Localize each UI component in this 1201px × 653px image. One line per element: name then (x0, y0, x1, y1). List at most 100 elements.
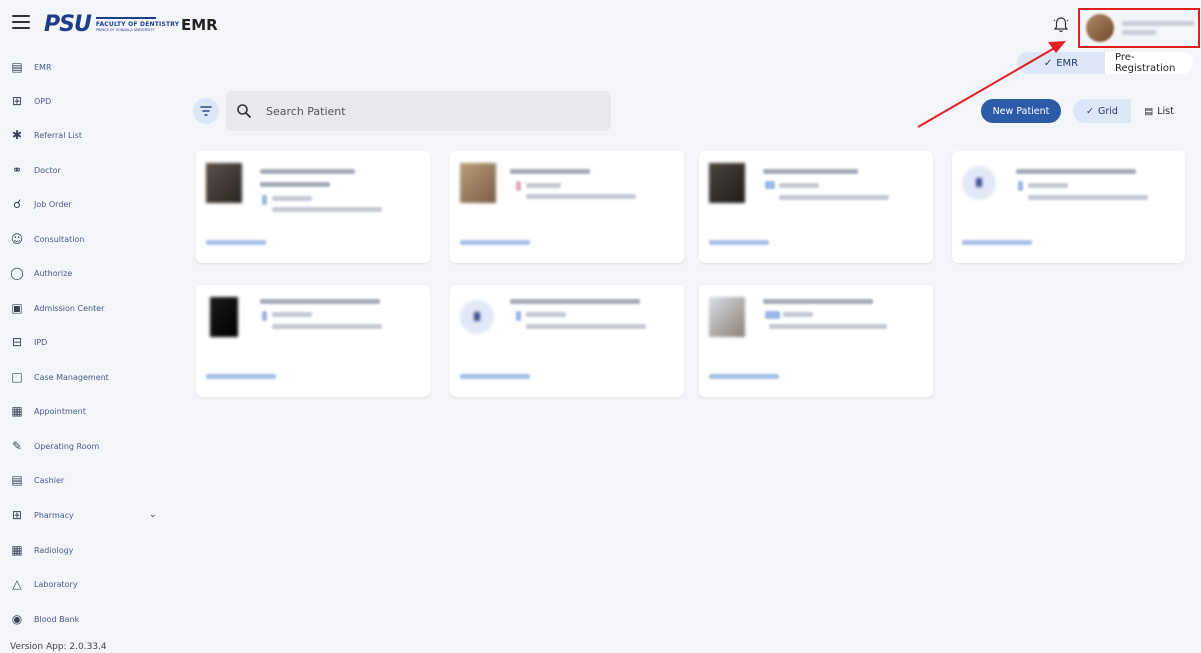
patient-card[interactable] (699, 285, 933, 397)
sidebar-item-label: OPD (34, 96, 52, 106)
sidebar-item-blood-bank[interactable]: ◉ Blood Bank (0, 607, 175, 631)
sidebar-item-label: Operating Room (34, 441, 100, 451)
user-profile-button[interactable] (1078, 8, 1200, 48)
mode-toggle: ✓ EMR Pre-Registration (1017, 52, 1193, 74)
menu-icon[interactable] (12, 15, 30, 29)
grid-view-button[interactable]: ✓ Grid (1073, 99, 1131, 123)
doctor-icon: ⚭ (11, 163, 23, 177)
shield-check-icon: ◯ (10, 266, 24, 280)
list-icon: ▤ (1144, 105, 1154, 117)
top-bar: PSU FACULTY OF DENTISTRY PRINCE OF SONGK… (0, 0, 1201, 52)
search-bar (226, 91, 611, 131)
check-icon: ✓ (1086, 105, 1095, 117)
sidebar-item-label: EMR (34, 62, 52, 72)
blood-icon: ◉ (11, 612, 23, 626)
sidebar-item-label: Consultation (34, 234, 85, 244)
sidebar-item-doctor[interactable]: ⚭ Doctor (0, 158, 175, 182)
consultation-icon: ☺ (10, 232, 24, 246)
job-order-icon: ☌ (12, 197, 22, 211)
grid-view-label: Grid (1098, 105, 1118, 117)
card-footer (709, 240, 769, 245)
sidebar-item-operating-room[interactable]: ✎ Operating Room (0, 434, 175, 458)
list-view-label: List (1157, 105, 1174, 117)
card-footer (206, 374, 276, 379)
card-footer (460, 240, 530, 245)
sidebar-item-pharmacy[interactable]: ⊞ Pharmacy ⌄ (0, 503, 175, 527)
ipd-icon: ⊟ (11, 335, 23, 349)
pharmacy-icon: ⊞ (11, 508, 23, 522)
list-view-button[interactable]: ▤ List (1131, 99, 1187, 123)
sidebar-item-label: Referral List (34, 130, 82, 140)
card-footer (709, 374, 779, 379)
sidebar-item-label: Doctor (34, 165, 61, 175)
sidebar-item-label: Radiology (34, 545, 74, 555)
sidebar-item-ipd[interactable]: ⊟ IPD (0, 330, 175, 354)
patient-photo (709, 163, 745, 203)
card-footer (460, 374, 530, 379)
new-patient-button[interactable]: New Patient (981, 99, 1061, 123)
sidebar-item-label: Job Order (34, 199, 72, 209)
case-icon: □ (11, 370, 23, 384)
mode-emr-button[interactable]: ✓ EMR (1017, 52, 1105, 74)
sidebar-item-label: Blood Bank (34, 614, 80, 624)
chevron-down-icon[interactable]: ⌄ (149, 510, 157, 520)
filter-icon (200, 106, 212, 116)
patient-photo (210, 297, 238, 337)
sidebar-item-label: Case Management (34, 372, 109, 382)
filter-button[interactable] (193, 98, 219, 124)
sidebar-item-job-order[interactable]: ☌ Job Order (0, 192, 175, 216)
sidebar-item-laboratory[interactable]: △ Laboratory (0, 572, 175, 596)
sidebar-item-appointment[interactable]: ▦ Appointment (0, 399, 175, 423)
logo-line2: PRINCE OF SONGKLA UNIVERSITY (95, 28, 155, 32)
opd-icon: ⊞ (11, 94, 23, 108)
emr-icon: ▤ (11, 60, 23, 74)
mode-emr-label: EMR (1056, 57, 1079, 69)
person-placeholder-icon (460, 300, 494, 334)
sidebar-item-referral-list[interactable]: ✱ Referral List (0, 123, 175, 147)
sidebar-item-cashier[interactable]: ▤ Cashier (0, 468, 175, 492)
flask-icon: △ (12, 577, 22, 591)
patient-photo (460, 163, 496, 203)
cashier-icon: ▤ (11, 473, 23, 487)
patient-photo (206, 163, 242, 203)
logo-mark: PSU (44, 12, 92, 37)
sidebar-item-label: Laboratory (34, 579, 78, 589)
sidebar-item-label: IPD (34, 337, 48, 347)
sidebar-item-label: Pharmacy (34, 510, 74, 520)
avatar (1086, 14, 1114, 42)
search-input[interactable] (266, 91, 596, 131)
patient-card[interactable] (450, 151, 684, 263)
scalpel-icon: ✎ (11, 439, 23, 453)
patient-card[interactable] (952, 151, 1185, 263)
sidebar-item-case-management[interactable]: □ Case Management (0, 365, 175, 389)
patient-card[interactable] (699, 151, 933, 263)
view-toggle: ✓ Grid ▤ List (1073, 99, 1187, 123)
card-footer (962, 240, 1032, 245)
faculty-logo: PSU FACULTY OF DENTISTRY PRINCE OF SONGK… (44, 12, 179, 37)
patient-card[interactable] (196, 151, 430, 263)
check-icon: ✓ (1043, 57, 1053, 69)
sidebar-item-authorize[interactable]: ◯ Authorize (0, 261, 175, 285)
sidebar-item-label: Authorize (34, 268, 73, 278)
patient-photo (709, 297, 745, 337)
version-text: Version App: 2.0.33.4 (10, 642, 107, 652)
mode-pre-registration-button[interactable]: Pre-Registration (1105, 52, 1193, 74)
sidebar-item-label: Cashier (34, 475, 65, 485)
sidebar-item-emr[interactable]: ▤ EMR (0, 55, 175, 79)
patient-card[interactable] (450, 285, 684, 397)
sidebar-item-opd[interactable]: ⊞ OPD (0, 89, 175, 113)
sidebar-item-admission-center[interactable]: ▣ Admission Center (0, 296, 175, 320)
person-placeholder-icon (962, 166, 996, 200)
logo-line1: FACULTY OF DENTISTRY (95, 21, 180, 28)
referral-icon: ✱ (11, 128, 23, 142)
radiology-icon: ▦ (11, 543, 23, 557)
search-icon (237, 104, 251, 118)
calendar-icon: ▦ (11, 404, 23, 418)
sidebar-item-label: Appointment (34, 406, 86, 416)
sidebar-item-radiology[interactable]: ▦ Radiology (0, 538, 175, 562)
card-footer (206, 240, 266, 245)
sidebar-item-label: Admission Center (34, 303, 105, 313)
patient-card[interactable] (196, 285, 430, 397)
sidebar-item-consultation[interactable]: ☺ Consultation (0, 227, 175, 251)
bell-icon[interactable] (1053, 16, 1069, 34)
